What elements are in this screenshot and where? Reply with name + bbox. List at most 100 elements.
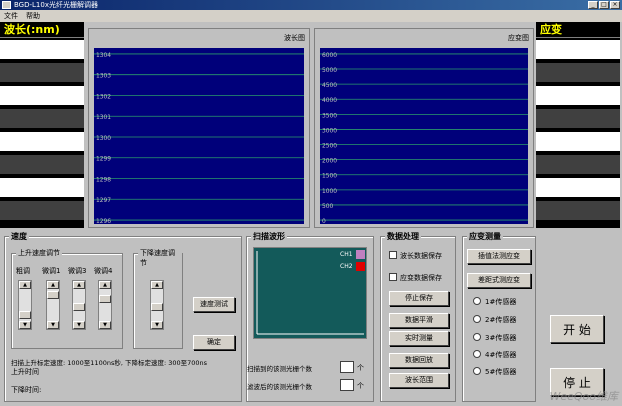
slider-thumb[interactable] — [99, 295, 111, 303]
diff-strain-button[interactable]: 差距式测应变 — [467, 273, 531, 288]
slider-down-arrow-icon[interactable]: ▼ — [99, 321, 111, 329]
data-processing-group: 数据处理 波长数据保存 应变数据保存 停止保存 数据平滑 实时测量 数据回放 波… — [380, 231, 456, 402]
slider-up-arrow-icon[interactable]: ▲ — [151, 281, 163, 289]
interp-strain-button[interactable]: 插值法测应变 — [467, 249, 531, 264]
count-before-unit: 个 — [357, 364, 364, 372]
scan-waveform-title: 扫描波形 — [251, 231, 287, 242]
slider-label-fine4: 微调4 — [94, 267, 113, 275]
slider-down-arrow-icon[interactable]: ▼ — [47, 321, 59, 329]
up-speed-group: 上升速度调节 粗调 微调1 微调3 微调4 ▲ ▼ ▲ ▼ ▲ ▼ ▲ ▼ — [11, 248, 123, 349]
strain-row — [536, 155, 620, 174]
count-after-input[interactable] — [340, 379, 354, 391]
stop-save-button[interactable]: 停止保存 — [389, 291, 449, 306]
slider-label-coarse: 粗调 — [16, 267, 30, 275]
fine4-slider[interactable]: ▲ ▼ — [98, 280, 112, 330]
slider-down-arrow-icon[interactable]: ▼ — [151, 321, 163, 329]
wavelength-row — [0, 109, 84, 128]
wavelength-tick-label: 1299 — [96, 156, 111, 163]
maximize-button[interactable]: □ — [599, 1, 609, 9]
close-button[interactable]: × — [610, 1, 620, 9]
slider-thumb[interactable] — [19, 311, 31, 319]
strain-tick-label: 3500 — [322, 112, 337, 119]
strain-row — [536, 86, 620, 105]
confirm-button[interactable]: 确定 — [193, 335, 235, 350]
menu-bar: 文件 帮助 — [0, 10, 622, 22]
strain-save-label: 应变数据保存 — [400, 274, 442, 282]
wave-range-button[interactable]: 波长范围 — [389, 373, 449, 388]
wavelength-rows — [0, 38, 84, 222]
wavelength-row — [0, 132, 84, 151]
start-button[interactable]: 开 始 — [550, 315, 604, 343]
wavelength-row — [0, 86, 84, 105]
sensor5-radio[interactable] — [473, 367, 481, 375]
strain-rows — [536, 38, 620, 222]
data-processing-title: 数据处理 — [385, 231, 421, 242]
down-speed-group: 下降速度调节 ▲ ▼ — [133, 248, 183, 349]
title-bar: BGD-L10x光纤光栅解调器 _ □ × — [0, 0, 622, 10]
slider-up-arrow-icon[interactable]: ▲ — [19, 281, 31, 289]
slider-thumb[interactable] — [73, 303, 85, 311]
down-time-label: 下降时间: — [11, 386, 42, 394]
count-after-unit: 个 — [357, 382, 364, 390]
up-speed-group-title: 上升速度调节 — [16, 248, 62, 258]
minimize-button[interactable]: _ — [588, 1, 598, 9]
scan-axes — [256, 251, 364, 335]
wavelength-graph-label: 波长图 — [284, 34, 305, 42]
window-title: BGD-L10x光纤光栅解调器 — [14, 1, 98, 9]
strain-tick-label: 1500 — [322, 173, 337, 180]
sensor1-radio[interactable] — [473, 297, 481, 305]
app-icon — [2, 1, 11, 9]
slider-thumb[interactable] — [47, 291, 59, 299]
strain-tick-label: 5000 — [322, 67, 337, 74]
data-replay-button[interactable]: 数据回放 — [389, 353, 449, 368]
down-speed-group-title: 下降速度调节 — [138, 248, 182, 268]
fine1-slider[interactable]: ▲ ▼ — [46, 280, 60, 330]
strain-row — [536, 132, 620, 151]
realtime-measure-button[interactable]: 实时测量 — [389, 331, 449, 346]
sensor4-label: 4#传感器 — [485, 351, 517, 359]
strain-row — [536, 40, 620, 59]
slider-down-arrow-icon[interactable]: ▼ — [73, 321, 85, 329]
sensor5-label: 5#传感器 — [485, 368, 517, 376]
wavelength-tick-label: 1296 — [96, 218, 111, 224]
wavelength-panel: 波长(:nm) — [0, 22, 84, 228]
strain-row — [536, 63, 620, 82]
slider-up-arrow-icon[interactable]: ▲ — [47, 281, 59, 289]
strain-tick-label: 1000 — [322, 188, 337, 195]
wave-save-checkbox[interactable] — [389, 251, 397, 259]
slider-up-arrow-icon[interactable]: ▲ — [73, 281, 85, 289]
count-before-input[interactable] — [340, 361, 354, 373]
strain-tick-label: 0 — [322, 218, 326, 224]
menu-help[interactable]: 帮助 — [26, 10, 40, 22]
strain-tick-label: 3000 — [322, 127, 337, 134]
strain-tick-label: 500 — [322, 203, 334, 210]
slider-up-arrow-icon[interactable]: ▲ — [99, 281, 111, 289]
strain-panel: 应变 — [536, 22, 620, 228]
coarse-slider[interactable]: ▲ ▼ — [18, 280, 32, 330]
down-speed-slider[interactable]: ▲ ▼ — [150, 280, 164, 330]
sensor4-radio[interactable] — [473, 350, 481, 358]
strain-measure-group: 应变测量 插值法测应变 差距式测应变 1#传感器 2#传感器 3#传感器 4#传… — [462, 231, 536, 402]
strain-tick-label: 6000 — [322, 52, 337, 59]
slider-thumb[interactable] — [151, 303, 163, 311]
speed-test-button[interactable]: 速度测试 — [193, 297, 235, 312]
strain-row — [536, 178, 620, 197]
sensor3-radio[interactable] — [473, 333, 481, 341]
slider-down-arrow-icon[interactable]: ▼ — [19, 321, 31, 329]
strain-save-checkbox[interactable] — [389, 273, 397, 281]
wavelength-row — [0, 155, 84, 174]
strain-graph-panel: 应变图 6000 5000 4500 4000 3500 3000 2500 2000 1500… — [314, 28, 534, 228]
wavelength-tick-label: 1302 — [96, 93, 111, 100]
up-time-label: 上升时间 — [11, 368, 39, 376]
strain-tick-label: 2000 — [322, 158, 337, 165]
wavelength-row — [0, 40, 84, 59]
slider-label-fine3: 微调3 — [68, 267, 87, 275]
speed-group: 速度 上升速度调节 粗调 微调1 微调3 微调4 ▲ ▼ ▲ ▼ ▲ ▼ ▲ ▼… — [4, 231, 242, 402]
wavelength-row — [0, 201, 84, 220]
sensor3-label: 3#传感器 — [485, 334, 517, 342]
sensor2-radio[interactable] — [473, 315, 481, 323]
fine3-slider[interactable]: ▲ ▼ — [72, 280, 86, 330]
menu-file[interactable]: 文件 — [4, 10, 18, 22]
sensor2-label: 2#传感器 — [485, 316, 517, 324]
data-smooth-button[interactable]: 数据平滑 — [389, 313, 449, 328]
